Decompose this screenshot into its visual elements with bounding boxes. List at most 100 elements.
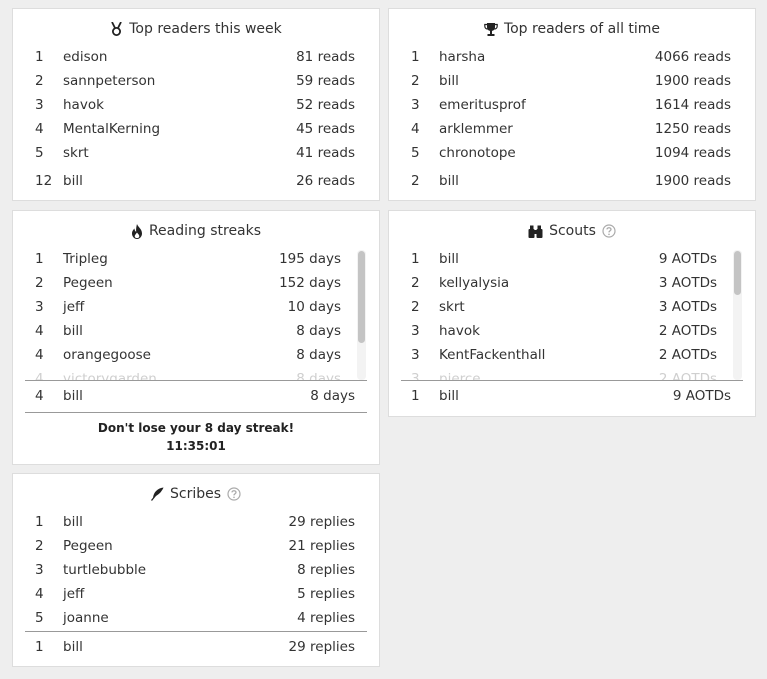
rank: 2 xyxy=(411,173,420,189)
rank: 4 xyxy=(35,323,44,339)
value: 1900 reads xyxy=(654,73,731,89)
help-circle-icon[interactable] xyxy=(602,224,616,238)
list-item: 4 arklemmer 1250 reads xyxy=(401,117,743,141)
value: 9 AOTDs xyxy=(672,388,731,404)
value: 2 AOTDs xyxy=(658,323,717,339)
username[interactable]: joanne xyxy=(63,606,109,630)
divider xyxy=(25,631,367,632)
value: 2 AOTDs xyxy=(658,347,717,363)
username[interactable]: bill xyxy=(439,169,459,193)
top-readers-alltime-card: Top readers of all time 1 harsha 4066 re… xyxy=(388,8,756,201)
divider xyxy=(401,380,743,381)
value: 4066 reads xyxy=(654,49,731,65)
scrollbar-thumb[interactable] xyxy=(734,251,741,295)
rank: 1 xyxy=(411,251,420,267)
value: 52 reads xyxy=(296,97,355,113)
rank: 1 xyxy=(35,639,44,655)
rank: 5 xyxy=(35,610,44,626)
username[interactable]: skrt xyxy=(63,141,89,165)
username[interactable]: skrt xyxy=(439,295,465,319)
rank: 2 xyxy=(411,299,420,315)
username[interactable]: kellyalysia xyxy=(439,271,509,295)
list-item: 1 edison 81 reads xyxy=(25,45,367,69)
username[interactable]: turtlebubble xyxy=(63,558,146,582)
streak-countdown: 11:35:01 xyxy=(166,439,226,453)
username[interactable]: jeff xyxy=(63,582,84,606)
username[interactable]: Pegeen xyxy=(63,271,113,295)
username[interactable]: victorygarden xyxy=(63,367,157,380)
rank: 2 xyxy=(35,73,44,89)
username[interactable]: MentalKerning xyxy=(63,117,160,141)
top-readers-week-card: Top readers this week 1 edison 81 reads … xyxy=(12,8,380,201)
username[interactable]: Tripleg xyxy=(63,247,108,271)
list-item: 3 havok 52 reads xyxy=(25,93,367,117)
streaks-scroll-list[interactable]: 1 Tripleg 195 days 2 Pegeen 152 days 3 j… xyxy=(25,247,367,380)
username[interactable]: edison xyxy=(63,45,107,69)
card-title: Top readers of all time xyxy=(389,21,755,37)
scouts-scroll-list[interactable]: 1 bill 9 AOTDs 2 kellyalysia 3 AOTDs 2 s… xyxy=(401,247,743,380)
rank: 1 xyxy=(35,514,44,530)
value: 9 AOTDs xyxy=(658,251,717,267)
value: 1094 reads xyxy=(654,145,731,161)
rank: 2 xyxy=(411,275,420,291)
binoculars-icon xyxy=(528,225,543,238)
list-item: 3 havok 2 AOTDs xyxy=(401,319,743,343)
value: 8 days xyxy=(310,388,355,404)
username[interactable]: Pegeen xyxy=(63,534,113,558)
username[interactable]: arklemmer xyxy=(439,117,513,141)
username[interactable]: jeff xyxy=(63,295,84,319)
list-item: 4 jeff 5 replies xyxy=(25,582,367,606)
list-item: 4 MentalKerning 45 reads xyxy=(25,117,367,141)
username[interactable]: bill xyxy=(439,384,459,408)
username[interactable]: bill xyxy=(439,69,459,93)
help-circle-icon[interactable] xyxy=(227,487,241,501)
scrollbar-thumb[interactable] xyxy=(358,251,365,343)
value: 8 days xyxy=(296,323,341,339)
rank: 5 xyxy=(35,145,44,161)
value: 4 replies xyxy=(297,610,355,626)
rank: 3 xyxy=(411,323,420,339)
rank: 1 xyxy=(411,388,420,404)
list-item: 2 bill 1900 reads xyxy=(401,69,743,93)
username[interactable]: pierce xyxy=(439,367,481,380)
list-item: 1 bill 29 replies xyxy=(25,510,367,534)
username[interactable]: havok xyxy=(63,93,104,117)
rank: 4 xyxy=(411,121,420,137)
current-user-row: 4 bill 8 days xyxy=(25,384,367,408)
username[interactable]: chronotope xyxy=(439,141,516,165)
username[interactable]: havok xyxy=(439,319,480,343)
username[interactable]: harsha xyxy=(439,45,485,69)
quill-icon xyxy=(150,487,164,501)
rank: 1 xyxy=(35,49,44,65)
list-item: 2 sannpeterson 59 reads xyxy=(25,69,367,93)
username[interactable]: bill xyxy=(63,510,83,534)
username[interactable]: bill xyxy=(63,169,83,193)
rank: 2 xyxy=(35,538,44,554)
current-user-row: 2 bill 1900 reads xyxy=(401,169,743,193)
list-item: 2 Pegeen 21 replies xyxy=(25,534,367,558)
list-item: 3 jeff 10 days xyxy=(25,295,367,319)
scouts-card: Scouts 1 bill 9 AOTDs 2 kellyalysia 3 AO… xyxy=(388,210,756,417)
username[interactable]: bill xyxy=(63,319,83,343)
username[interactable]: emeritusprof xyxy=(439,93,526,117)
streaks-scrollbar[interactable] xyxy=(357,250,366,380)
scouts-scrollbar[interactable] xyxy=(733,250,742,380)
username[interactable]: bill xyxy=(439,247,459,271)
username[interactable]: orangegoose xyxy=(63,343,151,367)
username[interactable]: bill xyxy=(63,384,83,408)
streak-warning: Don't lose your 8 day streak! xyxy=(97,421,295,435)
value: 45 reads xyxy=(296,121,355,137)
username[interactable]: bill xyxy=(63,635,83,659)
username[interactable]: KentFackenthall xyxy=(439,343,545,367)
value: 8 replies xyxy=(297,562,355,578)
current-user-row: 1 bill 9 AOTDs xyxy=(401,384,743,408)
value: 41 reads xyxy=(296,145,355,161)
username[interactable]: sannpeterson xyxy=(63,69,155,93)
list-item: 1 Tripleg 195 days xyxy=(25,247,367,271)
list-item: 5 skrt 41 reads xyxy=(25,141,367,165)
value: 8 days xyxy=(296,371,341,380)
list-item: 2 kellyalysia 3 AOTDs xyxy=(401,271,743,295)
medal-icon xyxy=(111,22,123,36)
list-item: 2 skrt 3 AOTDs xyxy=(401,295,743,319)
card-title: Top readers this week xyxy=(13,21,379,37)
